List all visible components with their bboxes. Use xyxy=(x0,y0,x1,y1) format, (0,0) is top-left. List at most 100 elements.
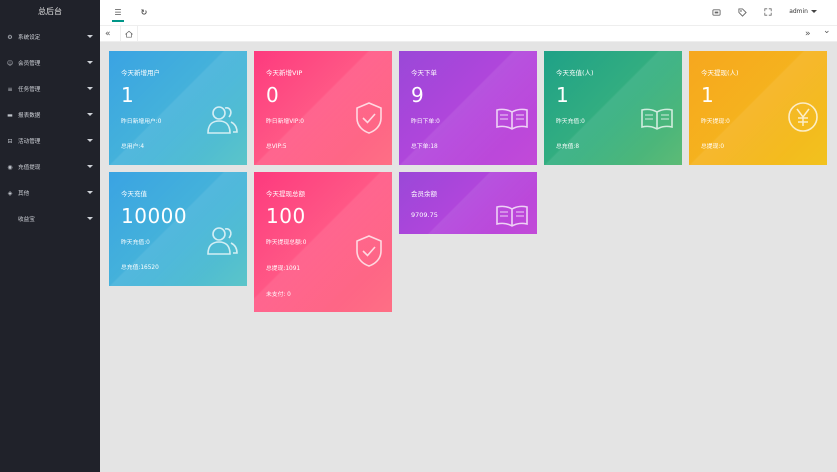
chevron-down-icon xyxy=(87,61,93,64)
card-value: 9 xyxy=(411,83,425,107)
card-line: 总VIP:5 xyxy=(266,144,287,150)
card-orders: 今天下单 9 昨日下单:0 总下单:18 xyxy=(399,51,537,165)
chevron-down-icon xyxy=(87,191,93,194)
theme-button[interactable] xyxy=(710,6,722,18)
sidebar-item-report-data[interactable]: ▬ 报表数据 xyxy=(0,102,100,128)
menu-icon: ☰ xyxy=(114,7,122,17)
tag-button[interactable] xyxy=(736,6,748,18)
sidebar-item-task-management[interactable]: ≡ 任务管理 xyxy=(0,76,100,102)
card-title: 会员余额 xyxy=(411,190,437,198)
card-line: 总充值:16520 xyxy=(121,265,159,271)
users-icon xyxy=(207,106,238,134)
sidebar-title: 总后台 xyxy=(38,7,62,16)
sidebar-item-income-treasure[interactable]: 收益宝 xyxy=(0,206,100,232)
chart-icon: ▬ xyxy=(7,111,13,119)
gear-icon: ⚙ xyxy=(7,33,13,41)
sidebar-item-other[interactable]: ◈ 其他 xyxy=(0,180,100,206)
card-line: 昨天充值:0 xyxy=(121,240,150,246)
menu-toggle-button[interactable]: ☰ xyxy=(112,4,124,22)
card-value: 9709.75 xyxy=(411,211,438,219)
card-recharge: 今天充值 10000 昨天充值:0 总充值:16520 xyxy=(109,172,247,286)
refresh-icon: ↻ xyxy=(140,7,148,17)
sidebar-item-label: 活动管理 xyxy=(18,139,41,145)
sidebar-item-label: 收益宝 xyxy=(18,217,35,223)
car-icon: ⊟ xyxy=(7,137,13,145)
card-recharge-people: 今天充值(人) 1 昨天充值:0 总充值:8 xyxy=(544,51,682,165)
chevron-down-icon xyxy=(87,35,93,38)
fullscreen-icon xyxy=(764,8,772,16)
tabs-bar: « » ⌄ xyxy=(100,25,837,42)
top-header: ☰ ↻ admin xyxy=(100,0,837,25)
card-withdraw-total: 今天提现总额 100 昨天提现总额:0 总提现:1091 未支付: 0 xyxy=(254,172,392,312)
card-title: 今天提现总额 xyxy=(266,190,305,198)
card-title: 今天新增VIP xyxy=(266,69,303,77)
card-title: 今天充值 xyxy=(121,190,147,198)
card-line: 总提现:0 xyxy=(701,144,725,150)
card-value: 100 xyxy=(266,204,306,228)
book-icon xyxy=(496,205,528,227)
sidebar-item-activity-management[interactable]: ⊟ 活动管理 xyxy=(0,128,100,154)
refresh-button[interactable]: ↻ xyxy=(138,6,150,18)
card-line: 总用户:4 xyxy=(121,144,145,150)
sidebar-item-label: 充值提现 xyxy=(18,165,41,171)
card-line: 昨日新增用户:0 xyxy=(121,119,162,125)
card-title: 今天提现(人) xyxy=(701,69,739,77)
book-icon xyxy=(641,108,673,130)
chevron-down-icon xyxy=(87,165,93,168)
admin-menu[interactable]: admin xyxy=(789,8,817,15)
card-line: 总充值:8 xyxy=(556,144,580,150)
card-line: 昨天充值:0 xyxy=(556,119,585,125)
home-icon xyxy=(125,30,133,38)
fullscreen-button[interactable] xyxy=(762,6,774,18)
eye-icon: ◈ xyxy=(7,189,13,197)
chevron-down-icon xyxy=(811,10,817,13)
sidebar-item-label: 其他 xyxy=(18,191,30,197)
sidebar-item-system-settings[interactable]: ⚙ 系统设定 xyxy=(0,24,100,50)
sidebar-item-label: 任务管理 xyxy=(18,87,41,93)
sidebar-item-member-management[interactable]: ☺ 会员管理 xyxy=(0,50,100,76)
tab-home[interactable] xyxy=(120,26,138,42)
tabs-dropdown-icon[interactable]: ⌄ xyxy=(823,25,831,37)
users-icon xyxy=(207,227,238,255)
chevron-down-icon xyxy=(87,113,93,116)
card-value: 0 xyxy=(266,83,280,107)
sidebar-item-label: 会员管理 xyxy=(18,61,41,67)
card-new-vip: 今天新增VIP 0 昨日新增VIP:0 总VIP:5 xyxy=(254,51,392,165)
tag-icon xyxy=(737,7,747,17)
theme-icon xyxy=(711,8,721,16)
sidebar-item-label: 报表数据 xyxy=(18,113,41,119)
card-value: 10000 xyxy=(121,204,188,228)
card-line: 总提现:1091 xyxy=(266,266,301,272)
user-icon: ☺ xyxy=(6,59,14,67)
card-new-users: 今天新增用户 1 昨日新增用户:0 总用户:4 xyxy=(109,51,247,165)
card-withdraw-people: 今天提现(人) 1 昨天提现:0 总提现:0 xyxy=(689,51,827,165)
card-line: 昨日新增VIP:0 xyxy=(266,119,304,125)
card-line: 总下单:18 xyxy=(411,144,438,150)
shield-icon xyxy=(356,102,382,134)
card-line: 昨日下单:0 xyxy=(411,119,440,125)
chevron-down-icon xyxy=(87,87,93,90)
card-line: 昨天提现:0 xyxy=(701,119,730,125)
tabs-next-icon[interactable]: » xyxy=(805,28,811,40)
circle-icon: ◉ xyxy=(7,163,13,171)
sidebar-item-label: 系统设定 xyxy=(18,35,41,41)
admin-label: admin xyxy=(789,8,808,15)
sidebar-item-recharge-withdraw[interactable]: ◉ 充值提现 xyxy=(0,154,100,180)
yen-icon xyxy=(788,102,818,132)
chevron-down-icon xyxy=(87,217,93,220)
card-title: 今天新增用户 xyxy=(121,69,160,77)
chevron-down-icon xyxy=(87,139,93,142)
card-member-balance: 会员余额 9709.75 xyxy=(399,172,537,234)
card-title: 今天充值(人) xyxy=(556,69,594,77)
card-value: 1 xyxy=(556,83,570,107)
sidebar: 总后台 ⚙ 系统设定 ☺ 会员管理 ≡ 任务管理 ▬ 报表数据 ⊟ 活动管理 ◉… xyxy=(0,0,100,472)
book-icon xyxy=(496,108,528,130)
card-value: 1 xyxy=(701,83,715,107)
card-line: 未支付: 0 xyxy=(266,292,291,298)
card-line: 昨天提现总额:0 xyxy=(266,240,307,246)
card-title: 今天下单 xyxy=(411,69,437,77)
list-icon: ≡ xyxy=(7,85,13,93)
card-value: 1 xyxy=(121,83,135,107)
shield-icon xyxy=(356,235,382,267)
tabs-prev-icon[interactable]: « xyxy=(105,28,111,40)
